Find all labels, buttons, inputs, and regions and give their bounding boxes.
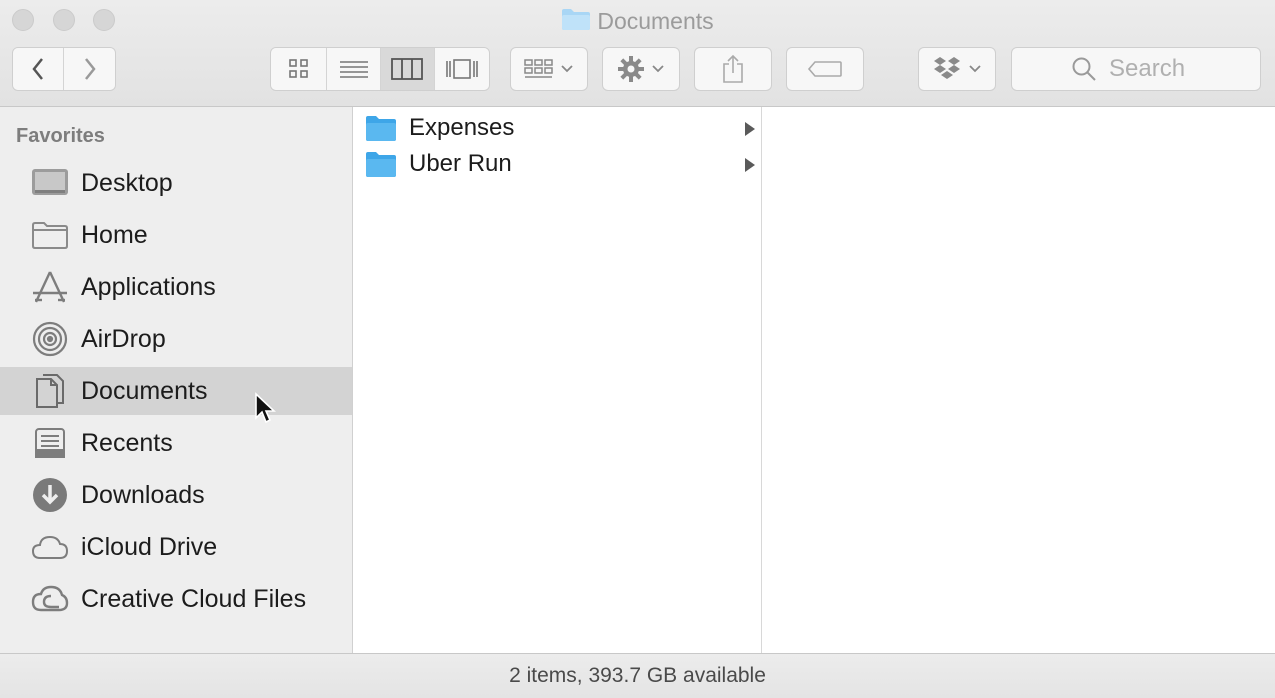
window-title-bar: Documents [0,5,1275,37]
sidebar-item-label: Downloads [81,480,205,509]
sidebar-item-applications[interactable]: Applications [0,263,352,311]
disclosure-arrow-icon [745,122,755,136]
sidebar-section-favorites: Favorites [16,125,105,147]
applications-icon [30,267,70,307]
status-bar: 2 items, 393.7 GB available [0,653,1275,698]
sidebar-item-documents[interactable]: Documents [0,367,352,415]
chevron-down-icon [969,65,981,73]
home-folder-icon [30,215,70,255]
back-button[interactable] [13,48,64,90]
share-icon [723,54,743,83]
folder-icon [366,152,396,177]
mouse-cursor-icon [255,392,277,424]
folder-name: Expenses [409,114,515,141]
sidebar-item-icloud-drive[interactable]: iCloud Drive [0,523,352,571]
dropbox-button[interactable] [918,47,996,91]
search-icon [1072,57,1096,81]
dropbox-icon [934,57,960,79]
gear-icon [618,56,644,82]
browser-column-documents: Expenses Uber Run [353,107,762,653]
chevron-right-icon [84,58,96,80]
share-button[interactable] [694,47,772,91]
downloads-icon [30,475,70,515]
sidebar-item-airdrop[interactable]: AirDrop [0,315,352,363]
documents-icon [30,371,70,411]
chevron-left-icon [32,58,43,80]
cover-flow-icon [445,59,478,79]
grid-icon [288,59,308,78]
icloud-icon [30,527,70,567]
sidebar-item-label: Applications [81,272,216,301]
list-icon [339,61,368,78]
search-field[interactable] [1011,47,1261,91]
airdrop-icon [30,319,70,359]
list-item-expenses[interactable]: Expenses [353,110,761,146]
arrange-grid-icon [524,59,553,78]
view-mode-control [270,47,490,91]
action-menu-button[interactable] [602,47,680,91]
chevron-down-icon [652,65,664,73]
sidebar-item-recents[interactable]: Recents [0,419,352,467]
window-title: Documents [597,8,714,34]
status-text: 2 items, 393.7 GB available [509,664,766,687]
sidebar-item-desktop[interactable]: Desktop [0,159,352,207]
search-input[interactable] [1107,54,1201,84]
history-navigation [12,47,116,91]
folder-icon [561,7,591,39]
sidebar-item-label: Home [81,220,148,249]
sidebar-item-home[interactable]: Home [0,211,352,259]
sidebar-item-label: Desktop [81,168,173,197]
list-item-uber-run[interactable]: Uber Run [353,146,761,182]
edit-tags-button[interactable] [786,47,864,91]
columns-icon [391,58,424,80]
recents-icon [30,423,70,463]
sidebar-item-label: Recents [81,428,173,457]
sidebar-item-label: Documents [81,376,208,405]
forward-button[interactable] [64,48,115,90]
sidebar-item-label: Creative Cloud Files [81,584,307,613]
tag-icon [807,61,842,77]
list-view-button[interactable] [327,48,381,90]
column-view-button[interactable] [381,48,435,90]
sidebar-item-label: iCloud Drive [81,532,218,561]
browser-column-empty [762,107,1275,653]
sidebar-item-downloads[interactable]: Downloads [0,471,352,519]
sidebar-item-creative-cloud-files[interactable]: Creative Cloud Files [0,575,352,623]
group-by-button[interactable] [510,47,588,91]
creative-cloud-icon [30,579,70,619]
icon-view-button[interactable] [271,48,328,90]
disclosure-arrow-icon [745,158,755,172]
sidebar: Favorites Desktop Home Applications AirD… [0,107,353,653]
desktop-icon [30,163,70,203]
gallery-view-button[interactable] [434,48,489,90]
finder-window: Documents Search Favorites Desktop Home … [0,0,1275,698]
toolbar: Documents [0,0,1275,107]
folder-icon [366,116,396,141]
chevron-down-icon [561,65,573,73]
folder-name: Uber Run [409,150,512,177]
sidebar-item-label: AirDrop [81,324,166,353]
